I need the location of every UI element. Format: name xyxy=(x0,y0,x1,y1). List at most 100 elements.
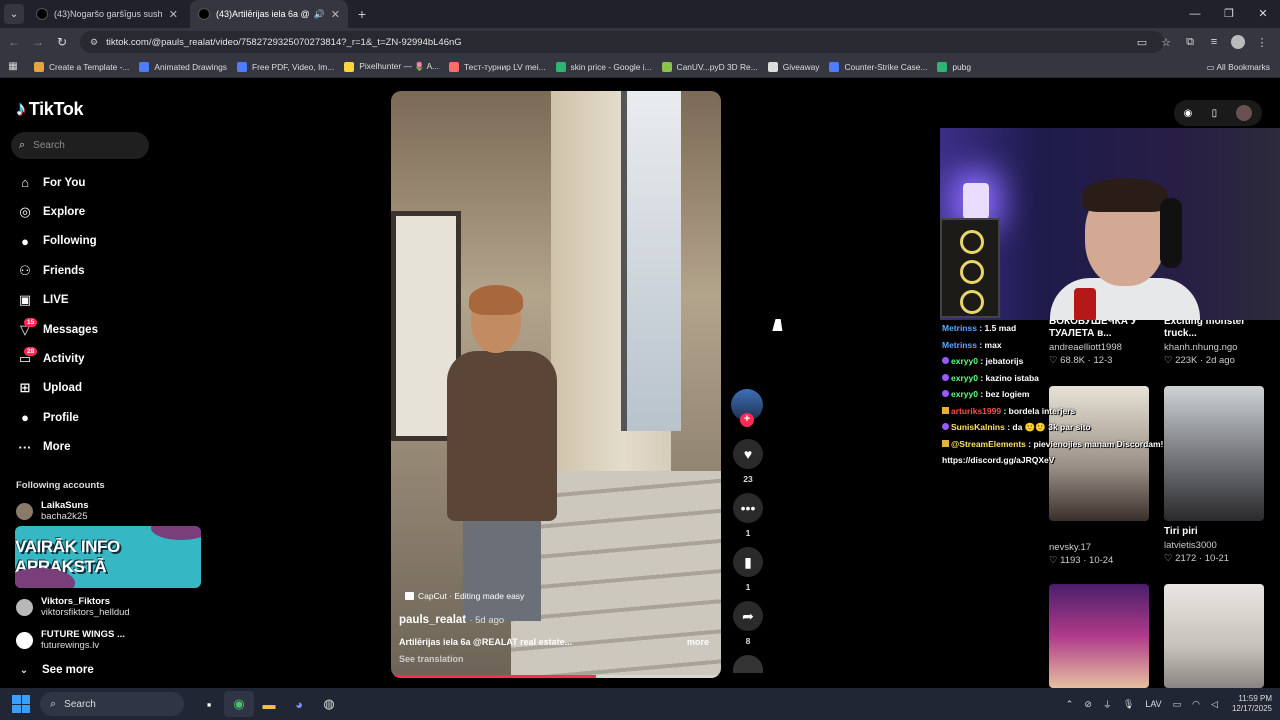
display-icon[interactable]: ▭ xyxy=(1173,699,1182,710)
language-indicator[interactable]: LAV xyxy=(1145,699,1161,709)
microphone-icon[interactable]: 🎙 xyxy=(1123,699,1134,710)
close-tab-icon[interactable]: ✕ xyxy=(169,8,178,21)
follow-plus-icon[interactable]: + xyxy=(740,413,754,427)
bookmark-favicon-icon xyxy=(449,61,460,72)
nav-item-more[interactable]: ··· More xyxy=(16,433,98,462)
video-thumbnail[interactable] xyxy=(1049,584,1149,688)
video-progress-bar[interactable] xyxy=(391,675,721,678)
author-avatar[interactable]: + xyxy=(731,389,763,427)
media-controls-icon[interactable]: ≡ xyxy=(1202,36,1226,48)
reload-icon[interactable]: ↻ xyxy=(50,35,74,49)
bookmark-item[interactable]: Giveaway xyxy=(767,61,819,72)
card-likes: 1193 xyxy=(1060,555,1081,566)
tab-artilerijas[interactable]: (43)Artilērijas iela 6a @REAL 🔊 ✕ xyxy=(190,0,348,28)
video-thumbnail[interactable] xyxy=(1164,584,1264,688)
person-body xyxy=(447,351,557,521)
more-icon: ··· xyxy=(18,439,32,455)
device-icon[interactable]: ▯ xyxy=(1212,108,1218,119)
fan xyxy=(960,260,984,284)
volume-icon[interactable]: ◁ xyxy=(1211,699,1218,710)
bookmark-item[interactable]: pubg xyxy=(937,61,971,72)
tray-chevron-icon[interactable]: ⌃ xyxy=(1066,699,1074,710)
bookmark-item[interactable]: Animated Drawings xyxy=(139,61,227,72)
address-bar[interactable]: ⚙ tiktok.com/@pauls_realat/video/7582729… xyxy=(80,31,1164,53)
comment-button[interactable]: ••• 1 xyxy=(731,493,765,538)
speaker-icon[interactable]: 🔊 xyxy=(314,9,325,20)
nav-item-upload[interactable]: ⊞ Upload xyxy=(16,374,98,403)
see-more-button[interactable]: ⌄ See more xyxy=(16,664,94,676)
taskbar-search[interactable]: ⌕ Search xyxy=(40,692,184,716)
nav-item-friends[interactable]: ⚇ Friends xyxy=(16,256,98,285)
search-input[interactable]: ⌕ Search xyxy=(11,132,149,159)
discord-icon[interactable]: ◕ xyxy=(284,691,314,717)
card-date: 10-24 xyxy=(1089,555,1114,566)
kebab-menu-icon[interactable]: ⋮ xyxy=(1250,36,1274,49)
bookmark-item[interactable]: Pixelhunter — 🌷 A... xyxy=(344,61,439,72)
close-window-icon[interactable]: ✕ xyxy=(1246,0,1280,28)
all-bookmarks-button[interactable]: ▭ All Bookmarks xyxy=(1207,56,1270,78)
bookmark-star-icon[interactable]: ☆ xyxy=(1154,36,1178,49)
following-account[interactable]: FUTURE WINGS ... futurewings.lv xyxy=(16,629,125,651)
nav-item-live[interactable]: ▣ LIVE xyxy=(16,286,98,315)
nav-item-for-you[interactable]: ⌂ For You xyxy=(16,168,98,197)
usb-icon[interactable]: ⏚ xyxy=(1103,698,1112,711)
chat-message: Metrinss : 1.5 mad xyxy=(942,320,1182,337)
tab-search-button[interactable]: ⌄ xyxy=(4,4,24,24)
tiktok-logo[interactable]: ♪ TikTok xyxy=(16,98,84,121)
nav-label: Friends xyxy=(43,264,85,277)
nav-item-explore[interactable]: ◎ Explore xyxy=(16,197,98,226)
tab-title: (43)Artilērijas iela 6a @REAL xyxy=(216,9,310,19)
network-off-icon[interactable]: ⊘ xyxy=(1084,699,1092,710)
following-account[interactable]: Viktors_Fiktors viktorsfiktors_helldud xyxy=(16,596,130,618)
apps-grid-icon[interactable]: ▦ xyxy=(0,61,26,72)
new-tab-button[interactable]: + xyxy=(352,6,372,22)
chrome-icon[interactable]: ◉ xyxy=(224,691,254,717)
bookmark-favicon-icon xyxy=(829,61,840,72)
bookmark-item[interactable]: Тест-турнир LV mei... xyxy=(449,61,546,72)
profile-avatar-icon[interactable] xyxy=(1231,35,1245,49)
file-explorer-icon[interactable]: ▬ xyxy=(254,691,284,717)
extensions-icon[interactable]: ⧉ xyxy=(1178,36,1202,49)
like-button[interactable]: ♥ 23 xyxy=(731,439,765,484)
nav-item-activity[interactable]: ▭ 28 Activity xyxy=(16,344,98,373)
music-disc-icon[interactable] xyxy=(733,655,763,673)
nav-item-profile[interactable]: ● Profile xyxy=(16,403,98,432)
task-view-icon[interactable]: ▪ xyxy=(194,691,224,717)
share-button[interactable]: ➦ 8 xyxy=(731,601,765,646)
following-account[interactable]: LaikaSuns bacha2k25 xyxy=(16,500,89,522)
nav-item-messages[interactable]: ▽ 15 Messages xyxy=(16,315,98,344)
bookmark-item[interactable]: Create a Template -... xyxy=(34,61,129,72)
bookmark-item[interactable]: skin price - Google i... xyxy=(555,61,652,72)
see-translation-link[interactable]: See translation xyxy=(399,654,464,664)
back-icon[interactable]: ← xyxy=(2,35,26,49)
bookmark-item[interactable]: Free PDF, Video, Im... xyxy=(237,61,334,72)
bookmark-item[interactable]: CanUV...pyD 3D Re... xyxy=(661,61,758,72)
forward-icon[interactable]: → xyxy=(26,35,50,49)
bookmark-favicon-icon xyxy=(767,61,778,72)
save-button[interactable]: ▮ 1 xyxy=(731,547,765,592)
more-link[interactable]: more xyxy=(687,637,709,647)
tab-sushi[interactable]: (43)Nogaršo garšīgus sushi un ✕ xyxy=(28,0,186,28)
chat-badge-icon xyxy=(942,357,949,364)
user-avatar[interactable] xyxy=(1236,105,1253,121)
video-card[interactable]: nevsky.17 ♡ 1193 · 10-24 xyxy=(1049,540,1155,566)
nav-label: Upload xyxy=(43,382,82,395)
coins-icon[interactable]: ◉ xyxy=(1184,108,1193,119)
close-tab-icon[interactable]: ✕ xyxy=(331,8,340,21)
bookmark-item[interactable]: Counter-Strike Case... xyxy=(829,61,927,72)
video-author[interactable]: pauls_realat · 5d ago xyxy=(399,614,504,626)
cast-icon[interactable]: ▭ xyxy=(1130,36,1154,49)
video-player[interactable]: CapCut · Editing made easy pauls_realat … xyxy=(391,91,721,678)
site-info-icon[interactable]: ⚙ xyxy=(90,37,98,48)
clock[interactable]: 11:59 PM 12/17/2025 xyxy=(1232,694,1272,714)
wifi-icon[interactable]: ◠ xyxy=(1192,699,1200,710)
windows-start-icon[interactable] xyxy=(12,695,30,713)
chat-separator: : xyxy=(977,372,986,383)
maximize-icon[interactable]: ❐ xyxy=(1212,0,1246,28)
bookmark-label: Create a Template -... xyxy=(49,61,130,72)
minimize-icon[interactable]: — xyxy=(1178,0,1212,28)
capcut-tag[interactable]: CapCut · Editing made easy xyxy=(405,591,524,601)
obs-icon[interactable]: ◍ xyxy=(314,691,344,717)
video-card[interactable]: Tiri piri latvietis3000 ♡ 2172 · 10-21 xyxy=(1164,526,1274,564)
nav-item-following[interactable]: ● Following xyxy=(16,227,98,256)
